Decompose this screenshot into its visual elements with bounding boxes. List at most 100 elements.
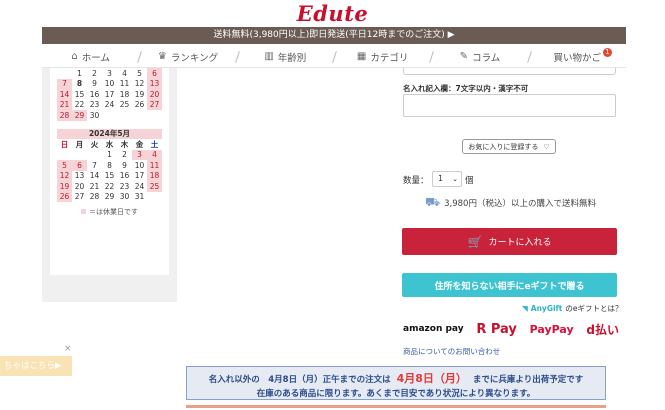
calendar-day: 3 [107,68,112,78]
category-icon: ▦ [356,51,367,62]
calendar-day [147,110,162,121]
nav-cart-label: 買い物かご [553,52,602,64]
quantity-value: 1 [438,174,444,183]
shipping-suffix: までに兵庫より出荷予定です [472,375,584,385]
add-to-cart-button[interactable]: 🛒 カートに入れる [402,228,617,255]
nav-cart[interactable]: 買い物かご 1 [529,46,626,68]
calendar-day-holiday: 28 [57,110,72,121]
calendar-day: 27 [74,192,85,202]
calendar-day: 7 [92,160,97,170]
calendar-day: 1 [77,68,82,78]
cart-icon: 🛒 [467,234,483,249]
floating-chat-tab[interactable]: ちゃはこちら▶ [0,356,72,376]
anygift-link[interactable]: ◥ AnyGift のeギフトとは？ [522,303,623,314]
product-inquiry-link[interactable]: 商品についてのお問い合わせ [403,346,500,357]
calendar-day-holiday: 20 [147,89,162,100]
calendar-day: 1 [107,150,112,160]
calendar-day: 24 [134,181,145,191]
calendar-day: 23 [119,181,130,191]
calendar-day-holiday: 11 [147,160,162,171]
calendar-day: 21 [89,181,100,191]
calendar-day-holiday: 6 [147,68,162,79]
rakuten-pay-logo: R Pay [476,321,517,337]
calendar-day: 10 [134,160,145,170]
calendar-day: 22 [104,181,115,191]
calendar-week: 1 2 3 4 [57,149,162,161]
calendar-april: 1 2 3 4 5 6 7 8 9 10 11 12 13 14 15 16 1… [57,68,162,121]
calendar-day [57,68,72,79]
close-icon[interactable]: × [64,344,72,354]
nav-category-label: カテゴリ [370,52,409,64]
calendar-day: 14 [89,171,100,181]
holiday-swatch [81,209,86,214]
calendar-day [132,110,147,121]
home-icon: ⌂ [71,51,78,62]
shipping-estimate-line1: 名入れ以外の 4月8日（月）正午までの注文は 4月8日（月） までに兵庫より出荷… [187,370,605,386]
pencil-icon: ✎ [459,51,469,62]
calendar-day: 19 [134,89,145,99]
d-barai-logo: d払い [586,322,619,337]
egift-button[interactable]: 住所を知らない相手にeギフトで贈る [402,273,617,297]
calendar-day: 12 [134,79,145,89]
engrave-label: 名入れ記入欄：7文字以内・漢字不可 [403,84,529,93]
nav-ranking[interactable]: ♛ ランキング [139,46,236,68]
calendar-week: 5 6 7 8 9 10 11 [57,160,162,171]
calendar-day-holiday: 27 [147,99,162,110]
blocks-icon: ▥ [264,51,274,62]
calendar-week: 12 13 14 15 16 17 18 [57,170,162,181]
calendar-day: 23 [89,100,100,110]
free-shipping-banner[interactable]: 送料無料(3,980円以上)即日発送(平日12時までのご注文) ▶ [42,27,626,44]
nav-age[interactable]: ▥ 年齢別 [237,46,334,68]
weekday-label: 木 [120,139,129,149]
calendar-legend: ＝は休業日です [50,207,169,217]
paypay-logo: PayPay [529,322,574,336]
shipping-estimate-notice: 名入れ以外の 4月8日（月）正午までの注文は 4月8日（月） までに兵庫より出荷… [186,366,606,400]
calendar-day: 31 [134,192,145,202]
nav-home-label: ホーム [81,52,110,64]
calendar-day-holiday: 19 [57,181,72,192]
shipping-date: 4月8日（月） [396,372,467,385]
weekday-label: 月 [75,139,84,149]
option-box-bottom [403,68,616,75]
calendar-day [102,110,117,121]
nav-home[interactable]: ⌂ ホーム [42,46,139,68]
calendar-day: 8 [76,79,83,89]
calendar-day-holiday: 6 [72,160,87,171]
nav-column-label: コラム [472,52,501,64]
calendar-week: 28 29 30 [57,110,162,121]
calendar-day-holiday: 26 [57,191,72,202]
crown-icon: ♛ [157,51,167,62]
calendar-day: 30 [89,110,100,120]
calendar-legend-text: ＝は休業日です [89,208,138,216]
calendar-week: 14 15 16 17 18 19 20 [57,89,162,100]
quantity-select[interactable]: 1 ⌄ [432,171,462,187]
free-shipping-text: 3,980円（税込）以上の購入で送料無料 [444,199,596,209]
cart-count-badge: 1 [602,47,612,57]
site-logo[interactable]: Edute [0,0,665,27]
calendar-day-holiday: 7 [57,78,72,89]
calendar-day: 15 [74,89,85,99]
engrave-input[interactable] [403,94,616,117]
nav-category[interactable]: ▦ カテゴリ [334,46,431,68]
quantity-unit: 個 [465,176,474,186]
calendar-day: 13 [74,171,85,181]
nav-age-label: 年齢別 [277,52,307,64]
calendar-day: 4 [122,68,127,78]
calendar-day: 11 [119,79,130,89]
calendar-day-holiday: 4 [147,149,162,160]
global-nav: ⌂ ホーム ♛ ランキング ▥ 年齢別 ▦ カテゴリ ✎ コラム 買い物かご 1 [42,46,626,68]
calendar-day-holiday: 14 [57,89,72,100]
calendar-day: 15 [104,171,115,181]
nav-column[interactable]: ✎ コラム [431,46,528,68]
add-to-cart-label: カートに入れる [488,238,552,248]
calendar-day [147,192,162,203]
calendar-day: 9 [122,160,127,170]
calendar-day: 28 [89,192,100,202]
calendar-week: 26 27 28 29 30 31 [57,191,162,203]
calendar-day-holiday: 13 [147,78,162,89]
quantity-label: 数量： [403,176,429,186]
calendar-day [72,150,87,161]
calendar-day: 16 [89,89,100,99]
calendar-day-holiday: 29 [72,110,87,121]
add-favorite-button[interactable]: お気に入りに登録する ♡ [462,139,556,154]
